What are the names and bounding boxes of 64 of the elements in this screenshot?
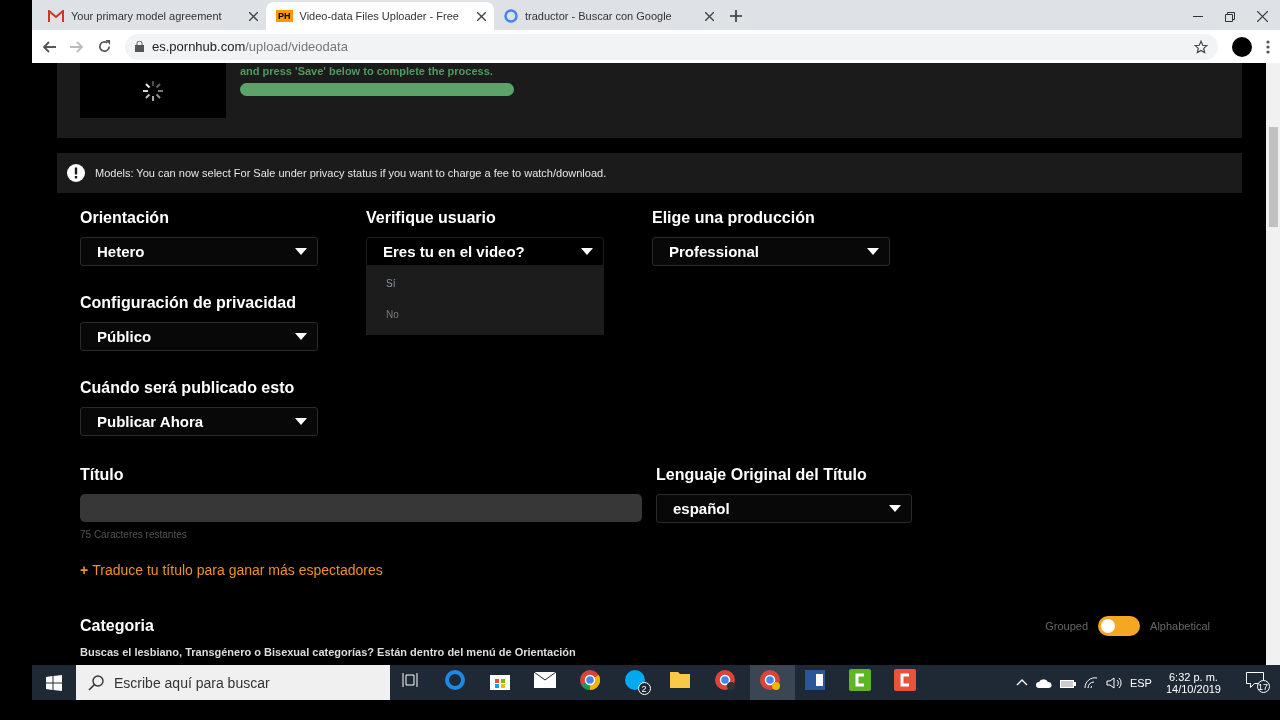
- mail-icon: [48, 10, 64, 22]
- volume-icon[interactable]: [1105, 676, 1122, 689]
- google-icon: [504, 9, 518, 23]
- cloud-icon[interactable]: [1035, 677, 1052, 688]
- dropdown[interactable]: Professional: [652, 237, 890, 266]
- notice-bar: Models: You can now select For Sale under privacy status if you want to charge a fee to watch/download.: [57, 153, 1242, 193]
- browser-tab[interactable]: traductor - Buscar con Google: [494, 2, 722, 30]
- exclamation-icon: [67, 164, 85, 182]
- back-icon[interactable]: [42, 40, 56, 53]
- toggle-label: Alphabetical: [1150, 620, 1210, 632]
- field-label: Configuración de privacidad: [80, 294, 297, 312]
- restore-icon[interactable]: [1225, 11, 1235, 22]
- close-icon[interactable]: [249, 11, 258, 21]
- new-tab-icon[interactable]: [730, 10, 742, 22]
- address-bar[interactable]: es.pornhub.com/upload/videodata: [125, 33, 1218, 60]
- lock-icon: [135, 41, 144, 52]
- menu-option[interactable]: No: [386, 309, 399, 320]
- search-icon: [88, 674, 104, 691]
- chevron-up-icon[interactable]: [1015, 679, 1028, 686]
- search-field[interactable]: Escribe aquí para buscar: [76, 665, 390, 700]
- close-icon[interactable]: [705, 11, 714, 21]
- battery-icon[interactable]: [1059, 677, 1076, 688]
- caret-icon: [867, 248, 879, 255]
- field-label: Elige una producción: [652, 209, 815, 227]
- category-hint: Buscas el lesbiano, Transgénero o Bisexual categorías? Están dentro del menú de Orientación: [80, 646, 576, 658]
- dropdown[interactable]: Publicar Ahora: [80, 407, 318, 436]
- star-icon[interactable]: [1194, 39, 1208, 54]
- language-indicator[interactable]: ESP: [1129, 676, 1152, 689]
- field-label: Verifique usuario: [366, 209, 496, 227]
- title-field[interactable]: [80, 494, 642, 522]
- count-badge: 17: [1256, 680, 1270, 693]
- dropdown[interactable]: Eres tu en el video?: [366, 237, 604, 266]
- wifi-icon[interactable]: [1083, 676, 1098, 689]
- toggle-label: Grouped: [1045, 620, 1089, 632]
- caret-icon: [889, 505, 901, 512]
- translate-link[interactable]: + Traduce tu título para ganar más espectadores: [80, 562, 383, 578]
- reload-icon[interactable]: [98, 40, 111, 53]
- browser-tab[interactable]: PH Video-data Files Uploader - Free: [266, 2, 494, 30]
- spinner-icon: [142, 79, 164, 102]
- clock[interactable]: 6:32 p. m. 14/10/2019: [1159, 670, 1227, 695]
- menu-option[interactable]: Sí: [386, 278, 396, 289]
- dropdown[interactable]: español: [656, 494, 912, 523]
- profile-avatar[interactable]: [1232, 36, 1252, 57]
- field-label: Orientación: [80, 209, 169, 227]
- field-label: Cuándo será publicado esto: [80, 379, 295, 397]
- close-icon[interactable]: [477, 11, 486, 21]
- upload-message: and press 'Save' below to complete the process.: [240, 65, 494, 77]
- caret-icon: [295, 418, 307, 425]
- section-heading: Categoria: [80, 617, 154, 635]
- field-label: Lenguaje Original del Título: [656, 466, 867, 484]
- character-counter: 75 Caracteres restantes: [80, 529, 187, 540]
- dropdown[interactable]: Público: [80, 322, 318, 351]
- site-favicon: PH: [276, 10, 293, 22]
- caret-icon: [295, 333, 307, 340]
- caret-icon: [581, 248, 593, 255]
- menu-icon[interactable]: [1266, 39, 1270, 54]
- browser-tab[interactable]: Your primary model agreement: [38, 2, 266, 30]
- scrollbar[interactable]: [1266, 63, 1280, 665]
- close-icon[interactable]: [1257, 11, 1268, 22]
- field-label: Título: [80, 466, 124, 484]
- dropdown[interactable]: Hetero: [80, 237, 318, 266]
- windows-icon: [46, 674, 62, 691]
- toggle-switch[interactable]: [1098, 616, 1141, 636]
- caret-icon: [295, 248, 307, 255]
